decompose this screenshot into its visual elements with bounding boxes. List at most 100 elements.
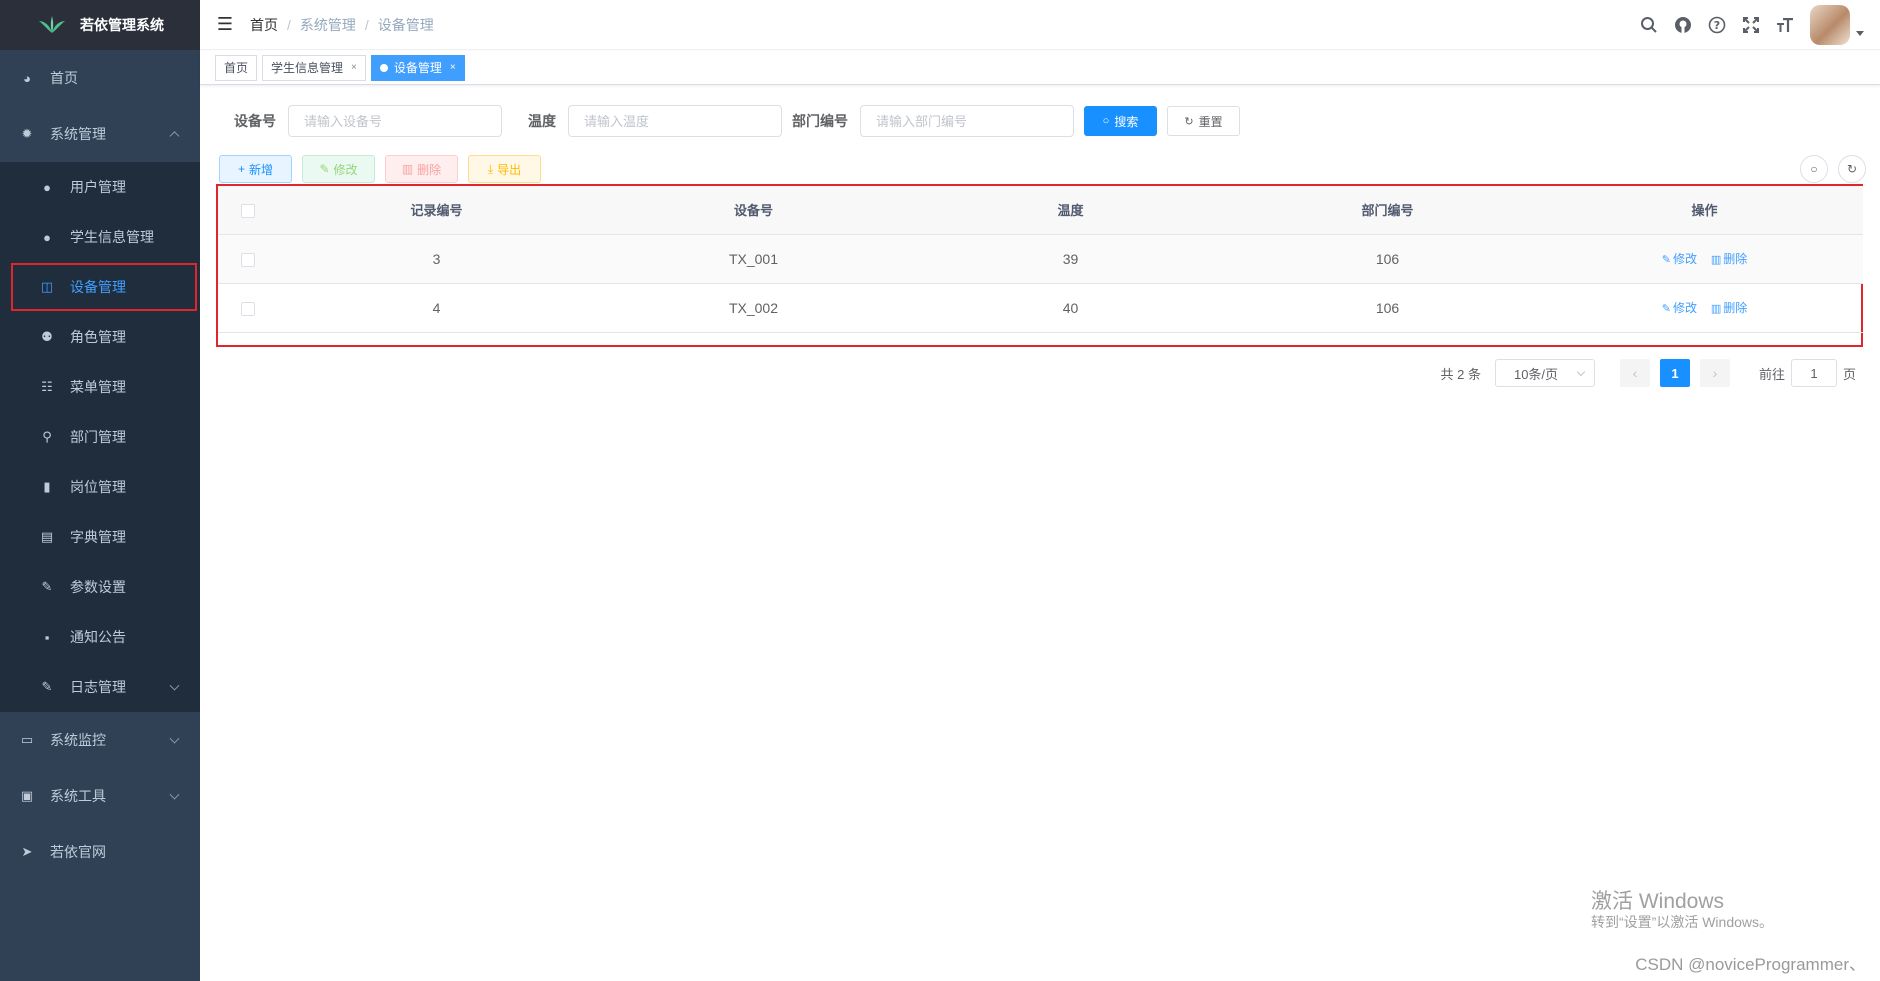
close-icon[interactable]: × [450, 56, 456, 80]
device-label: 设备号 [234, 113, 276, 129]
add-button-label: 新增 [249, 162, 274, 177]
github-icon[interactable] [1666, 0, 1700, 50]
dept-input[interactable] [860, 105, 1074, 137]
sidebar-item-monitor[interactable]: ▭ 系统监控 [0, 712, 200, 768]
row-delete-label: 删除 [1723, 252, 1748, 266]
tag-device[interactable]: 设备管理 × [370, 54, 465, 81]
edit-button[interactable]: ✎ 修改 [302, 155, 375, 183]
breadcrumb: 首页 / 系统管理 / 设备管理 [250, 15, 434, 35]
refresh-icon: ↻ [1184, 115, 1194, 128]
sidebar-item-label: 用户管理 [70, 179, 126, 195]
device-input[interactable] [288, 105, 502, 137]
next-page-button[interactable]: › [1699, 359, 1730, 387]
windows-activation-title: 激活 Windows [1591, 890, 1725, 913]
sidebar-item-label: 菜单管理 [70, 379, 126, 395]
logo[interactable]: 若依管理系统 [0, 0, 200, 50]
sidebar-item-device[interactable]: ◫ 设备管理 [10, 262, 198, 312]
breadcrumb-home[interactable]: 首页 [250, 15, 278, 35]
sidebar-item-dict[interactable]: ▤ 字典管理 [0, 512, 200, 562]
prev-page-button[interactable]: ‹ [1619, 359, 1650, 387]
pagination-total: 共 2 条 [1440, 366, 1481, 382]
row-checkbox[interactable] [241, 252, 255, 267]
tag-home[interactable]: 首页 [215, 54, 258, 81]
tags-view: 首页 学生信息管理 × 设备管理 × [200, 51, 1880, 85]
cell-device: TX_002 [595, 283, 912, 333]
edit-icon: ✎ [1661, 254, 1671, 266]
sidebar-item-user[interactable]: ● 用户管理 [0, 162, 200, 212]
sidebar-item-tool[interactable]: ▣ 系统工具 [0, 768, 200, 824]
tag-student[interactable]: 学生信息管理 × [262, 54, 366, 81]
user-icon: ● [43, 229, 51, 245]
sidebar-item-config[interactable]: ✎ 参数设置 [0, 562, 200, 612]
goto-page-input[interactable]: 1 [1790, 359, 1837, 387]
header-right-menu: ? [1632, 0, 1864, 50]
sidebar-item-menu[interactable]: ☷ 菜单管理 [0, 362, 200, 412]
temp-input[interactable] [568, 105, 782, 137]
row-delete-button[interactable]: ▥ 删除 [1711, 252, 1747, 266]
table-icon: ◫ [40, 279, 54, 294]
trash-icon: ▥ [1710, 254, 1722, 266]
avatar[interactable] [1810, 5, 1850, 45]
export-button[interactable]: ⤓ 导出 [468, 155, 541, 183]
caret-down-icon[interactable] [1856, 30, 1864, 36]
chevron-down-icon [1576, 367, 1586, 377]
sidebar-item-home[interactable]: ◕ 首页 [0, 50, 200, 106]
sidebar-item-website[interactable]: ➤ 若依官网 [0, 824, 200, 880]
sidebar-item-student[interactable]: ● 学生信息管理 [0, 212, 200, 262]
sidebar-item-dept[interactable]: ⚲ 部门管理 [0, 412, 200, 462]
sidebar-item-log[interactable]: ✎ 日志管理 [0, 662, 200, 712]
toggle-search-icon[interactable]: ○ [1800, 155, 1828, 183]
pagination: 共 2 条 10条/页 ‹ 1 › 前往 1 页 [1440, 359, 1856, 387]
reset-button[interactable]: ↻ 重置 [1167, 106, 1240, 136]
font-size-icon[interactable] [1768, 0, 1802, 50]
send-icon: ➤ [21, 844, 33, 859]
cell-temp: 40 [912, 283, 1229, 333]
page-number-button[interactable]: 1 [1659, 359, 1690, 387]
search-icon: ○ [1102, 115, 1110, 127]
fullscreen-icon[interactable] [1734, 0, 1768, 50]
temp-label: 温度 [528, 113, 556, 129]
column-header: 温度 [912, 186, 1229, 235]
cell-id: 3 [278, 234, 595, 284]
sidebar-item-label: 若依官网 [50, 844, 106, 860]
toolbox-icon: ▣ [20, 788, 34, 803]
hamburger-icon[interactable]: ☰ [200, 0, 250, 50]
row-edit-button[interactable]: ✎ 修改 [1662, 252, 1697, 266]
user-icon: ● [43, 179, 51, 195]
search-button[interactable]: ○ 搜索 [1084, 106, 1157, 136]
row-delete-button[interactable]: ▥ 删除 [1711, 301, 1747, 315]
cell-dept: 106 [1229, 234, 1546, 284]
device-table: 记录编号 设备号 温度 部门编号 操作 3 TX_001 39 106 ✎ 修改 … [216, 184, 1863, 347]
sidebar-item-label: 参数设置 [70, 579, 126, 595]
row-edit-label: 修改 [1672, 301, 1697, 315]
table-toolbar: + 新增 ✎ 修改 ▥ 删除 ⤓ 导出 ○ ↻ [219, 155, 1880, 183]
add-button[interactable]: + 新增 [219, 155, 292, 183]
sidebar-item-label: 首页 [50, 70, 78, 86]
sidebar-item-post[interactable]: ▮ 岗位管理 [0, 462, 200, 512]
right-toolbar: ○ ↻ [1790, 155, 1866, 183]
users-icon: ⚉ [41, 329, 53, 344]
goto-suffix: 页 [1842, 366, 1856, 382]
badge-icon: ▮ [43, 479, 51, 494]
sidebar-item-label: 系统管理 [50, 126, 106, 142]
delete-button[interactable]: ▥ 删除 [385, 155, 458, 183]
close-icon[interactable]: × [351, 56, 357, 80]
table-row[interactable]: 3 TX_001 39 106 ✎ 修改 ▥ 删除 [218, 234, 1863, 284]
tag-label: 首页 [224, 60, 249, 75]
edit-icon: ✎ [41, 579, 53, 594]
question-icon[interactable]: ? [1700, 0, 1734, 50]
sidebar-item-system[interactable]: ✹ 系统管理 [0, 106, 200, 162]
sidebar-item-notice[interactable]: ▪ 通知公告 [0, 612, 200, 662]
sidebar-item-role[interactable]: ⚉ 角色管理 [0, 312, 200, 362]
row-edit-button[interactable]: ✎ 修改 [1662, 301, 1697, 315]
row-checkbox[interactable] [241, 301, 255, 316]
page-size-select[interactable]: 10条/页 [1494, 359, 1595, 387]
search-icon[interactable] [1632, 0, 1666, 50]
sidebar-item-label: 学生信息管理 [70, 229, 154, 245]
refresh-icon[interactable]: ↻ [1838, 155, 1866, 183]
sidebar-item-label: 岗位管理 [70, 479, 126, 495]
table-row[interactable]: 4 TX_002 40 106 ✎ 修改 ▥ 删除 [218, 283, 1863, 333]
export-button-label: 导出 [497, 162, 522, 177]
chevron-down-icon [169, 733, 180, 744]
select-all-checkbox[interactable] [241, 203, 255, 218]
